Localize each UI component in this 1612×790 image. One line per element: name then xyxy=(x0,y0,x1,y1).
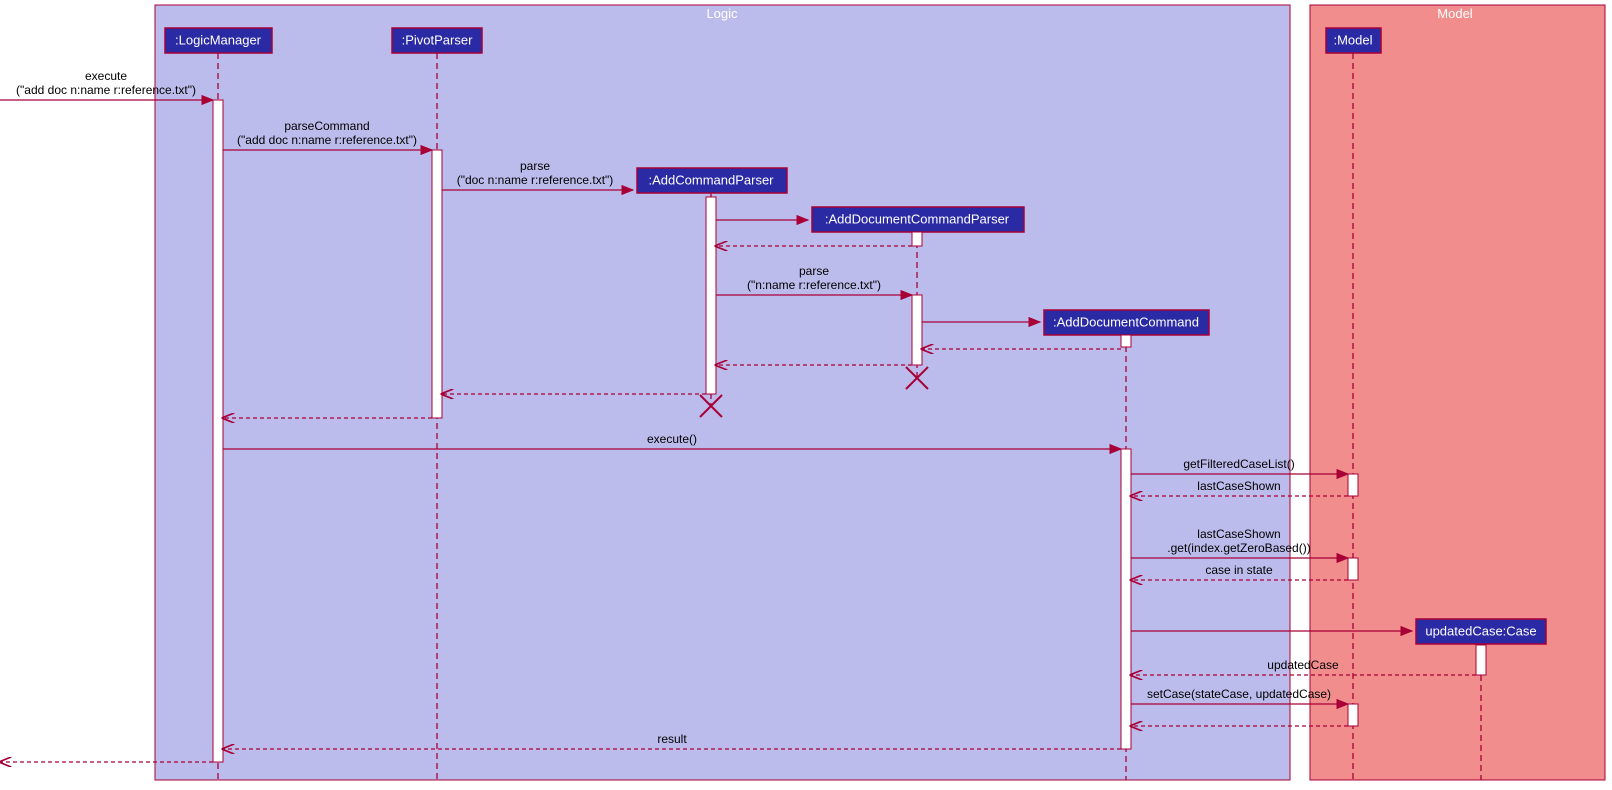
msg-parse-1-label1: parse xyxy=(520,159,550,173)
activation-adddoccp-1 xyxy=(912,232,922,246)
msg-parsecommand-label1: parseCommand xyxy=(284,119,369,133)
activation-logicmanager xyxy=(213,100,223,762)
participant-pivotparser-label: :PivotParser xyxy=(402,32,473,47)
activation-addcommandparser xyxy=(706,197,716,394)
activation-adddoccmd-0 xyxy=(1121,335,1131,347)
model-boundary xyxy=(1310,5,1605,780)
msg-execute-in-label2: ("add doc n:name r:reference.txt") xyxy=(16,83,196,97)
msg-return-caseinstate-label: case in state xyxy=(1205,563,1273,577)
participant-addcommandparser-label: :AddCommandParser xyxy=(649,172,775,187)
msg-getfiltered-label: getFilteredCaseList() xyxy=(1183,457,1294,471)
msg-getindex-label2: .get(index.getZeroBased()) xyxy=(1167,541,1310,555)
participant-logicmanager-label: :LogicManager xyxy=(175,32,262,47)
msg-return-lastcase-label: lastCaseShown xyxy=(1197,479,1280,493)
participant-adddocumentcommandparser-label: :AddDocumentCommandParser xyxy=(825,211,1010,226)
participant-updatedcase-label: updatedCase:Case xyxy=(1425,623,1536,638)
msg-return-updatedcase-label: updatedCase xyxy=(1267,658,1339,672)
msg-parse-2-label2: ("n:name r:reference.txt") xyxy=(747,278,881,292)
activation-adddoccp-2 xyxy=(912,295,922,365)
msg-execute-cmd-label: execute() xyxy=(647,432,697,446)
activation-updatedcase xyxy=(1476,645,1486,675)
msg-parsecommand-label2: ("add doc n:name r:reference.txt") xyxy=(237,133,417,147)
msg-getindex-label1: lastCaseShown xyxy=(1197,527,1280,541)
msg-result-label: result xyxy=(657,732,687,746)
activation-model-1 xyxy=(1348,474,1358,496)
activation-model-3 xyxy=(1348,704,1358,726)
participant-adddocumentcommand-label: :AddDocumentCommand xyxy=(1053,314,1199,329)
msg-parse-1-label2: ("doc n:name r:reference.txt") xyxy=(457,173,614,187)
sequence-diagram: Logic Model :LogicManager :PivotParser :… xyxy=(0,0,1612,790)
activation-adddoccmd-1 xyxy=(1121,449,1131,749)
model-boundary-label: Model xyxy=(1437,6,1473,21)
msg-setcase-label: setCase(stateCase, updatedCase) xyxy=(1147,687,1331,701)
msg-execute-in-label1: execute xyxy=(85,69,127,83)
logic-boundary-label: Logic xyxy=(706,6,738,21)
msg-parse-2-label1: parse xyxy=(799,264,829,278)
participant-model-label: :Model xyxy=(1333,32,1372,47)
activation-pivotparser xyxy=(432,150,442,418)
activation-model-2 xyxy=(1348,558,1358,580)
